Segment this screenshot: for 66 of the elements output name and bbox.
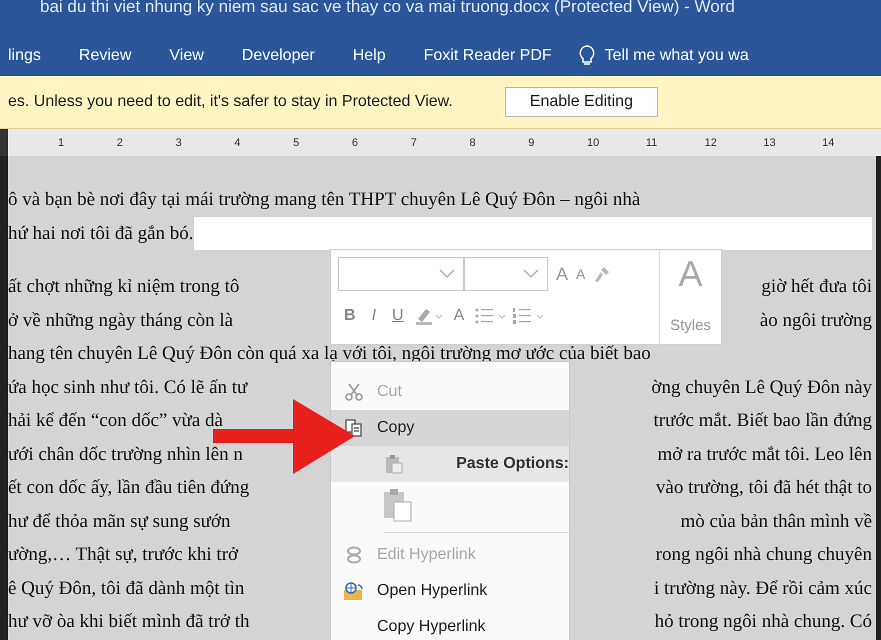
ruler-number: 3 xyxy=(176,136,183,148)
ruler-number: 8 xyxy=(469,136,477,148)
tell-me-field[interactable]: Tell me what you wa xyxy=(604,47,749,65)
ruler-number: 7 xyxy=(410,136,418,148)
message-text: es. Unless you need to edit, it's safer to stay in Protected View. xyxy=(7,93,453,111)
ribbon-tab[interactable]: lings xyxy=(0,47,60,65)
text-line: hư vỡ òa khi biết mình đã trở th xyxy=(8,610,250,634)
paste-icon[interactable] xyxy=(383,488,413,522)
menu-item[interactable]: Open Hyperlink xyxy=(331,573,569,609)
text-line: ết con dốc ấy, lần đầu tiên đứng xyxy=(8,476,250,500)
clipboard-icon xyxy=(384,454,403,474)
scissors-icon xyxy=(344,382,364,402)
text-line: mở ra trước mắt tôi. Leo lên xyxy=(657,442,872,466)
lightbulb-icon[interactable] xyxy=(578,45,595,67)
ruler-number: 14 xyxy=(822,136,836,148)
ribbon-tab[interactable]: Foxit Reader PDF xyxy=(404,47,571,65)
text-line: i trường này. Để rồi cảm xúc xyxy=(654,576,872,600)
text-line: ưới chân dốc trường nhìn lên n xyxy=(8,442,243,466)
text-line: hỏ trong ngôi nhà chung. Có xyxy=(654,610,872,634)
ruler-number: 11 xyxy=(646,136,658,148)
ruler-number: 12 xyxy=(704,136,718,148)
ruler-number: 13 xyxy=(763,136,777,148)
text-line: ào ngôi trường xyxy=(760,308,872,332)
bullet-list-icon[interactable] xyxy=(474,307,508,325)
ribbon-tab[interactable]: Review xyxy=(60,47,150,65)
text-line: hứ hai nơi tôi đã gắn bó. xyxy=(8,222,194,246)
text-line: mò của bản thân mình về xyxy=(680,510,872,534)
underline-button[interactable]: U xyxy=(386,307,410,325)
globe-folder-icon xyxy=(343,581,365,601)
italic-button[interactable]: I xyxy=(366,307,382,325)
enable-editing-button[interactable]: Enable Editing xyxy=(504,87,658,117)
font-size-dropdown[interactable] xyxy=(464,257,548,291)
format-painter-icon[interactable] xyxy=(593,265,612,283)
font-name-dropdown[interactable] xyxy=(338,257,464,291)
ruler-number: 4 xyxy=(234,136,242,148)
ruler-number: 10 xyxy=(587,136,600,148)
text-line: hải kể đến “con dốc” vừa dà xyxy=(8,409,223,433)
highlighter-icon[interactable] xyxy=(414,307,444,325)
text-line: ường,… Thật sự, trước khi trở xyxy=(8,543,238,567)
text-line: ờng chuyên Lê Quý Đôn này xyxy=(651,376,872,400)
font-color-button[interactable]: A xyxy=(448,307,470,325)
text-line: ất chợt những kỉ niệm trong tô xyxy=(8,275,240,299)
menu-item[interactable]: Copy Hyperlink xyxy=(331,609,569,640)
text-line: ê Quý Đôn, tôi đã dành một tìn xyxy=(8,576,244,600)
ribbon-tab[interactable]: Help xyxy=(334,47,405,65)
ribbon-tab[interactable]: View xyxy=(150,47,223,65)
ruler-number: 1 xyxy=(58,136,66,148)
text-line: ứa học sinh như tôi. Có lẽ ấn tư xyxy=(8,376,248,400)
text-line: rong ngôi nhà chung chuyên xyxy=(656,543,872,567)
bold-button[interactable]: B xyxy=(338,307,362,325)
menu-header: Paste Options: xyxy=(448,446,569,482)
ruler-number: 6 xyxy=(352,136,360,148)
text-line: vào trường, tôi đã hét thật to xyxy=(656,476,872,500)
ruler-number: 2 xyxy=(116,136,124,148)
ruler-number: 9 xyxy=(528,136,536,148)
menu-item[interactable]: Copy xyxy=(331,410,569,446)
text-line: hư để thỏa mãn sự sung sướn xyxy=(8,510,230,534)
ruler-number: 5 xyxy=(293,136,300,148)
text-line: trước mắt. Biết bao lần đứng xyxy=(654,409,872,433)
text-line: ở về những ngày tháng còn là xyxy=(8,308,234,332)
link-icon xyxy=(344,545,364,565)
numbered-list-icon[interactable] xyxy=(512,307,546,325)
text-line: ô và bạn bè nơi đây tại mái trường mang tên THPT chuyên Lê Quý Đôn – ngôi nhà xyxy=(8,188,640,212)
text-line: giờ hết đưa tôi xyxy=(761,275,872,299)
window-title: bai du thi viet nhung ky niem sau sac ve thay co va mai truong.docx (Protected View) - Word xyxy=(40,0,735,17)
ribbon-tab[interactable]: Developer xyxy=(222,47,334,65)
